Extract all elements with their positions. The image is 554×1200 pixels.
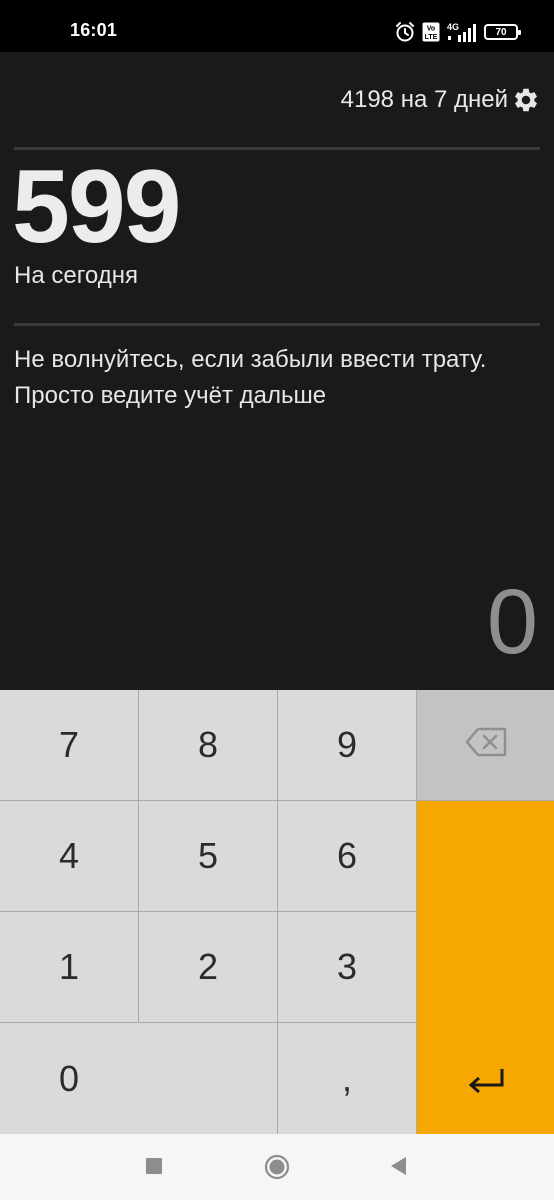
key-comma-label: , <box>341 1057 352 1099</box>
home-circle-icon[interactable] <box>264 1154 290 1185</box>
enter-button[interactable] <box>417 801 554 1134</box>
enter-return-icon <box>466 1064 506 1106</box>
alarm-icon <box>394 21 416 43</box>
divider-bottom <box>14 323 540 326</box>
key-3-label: 3 <box>336 946 358 987</box>
key-7-label: 7 <box>58 724 80 765</box>
hint-text: Не волнуйтесь, если забыли ввести трату.… <box>14 346 487 409</box>
key-6-label: 6 <box>336 835 358 876</box>
signal-4g-icon: 4G <box>446 21 478 43</box>
status-time: 16:01 <box>70 20 118 40</box>
battery-level: 70 <box>495 26 507 38</box>
key-0-label: 0 <box>59 1057 80 1099</box>
numeric-keypad: 7 8 9 4 5 6 1 2 3 0 , <box>0 690 554 1134</box>
svg-text:4G: 4G <box>447 22 459 32</box>
battery-icon: 70 <box>484 24 521 40</box>
key-4-label: 4 <box>58 835 80 876</box>
key-8[interactable]: 8 <box>139 690 277 800</box>
key-5-label: 5 <box>197 835 219 876</box>
entry-amount-display: 0 <box>486 571 538 673</box>
recents-square-icon[interactable] <box>145 1156 163 1179</box>
status-bar: 16:01 Vo LTE 4G 70 <box>0 0 554 52</box>
system-navigation-bar <box>0 1134 554 1200</box>
key-comma[interactable]: , <box>278 1023 416 1134</box>
key-2[interactable]: 2 <box>139 912 277 1022</box>
gear-icon[interactable] <box>512 86 540 114</box>
budget-row: 4198 на 7 дней <box>341 86 540 114</box>
key-9-label: 9 <box>336 724 358 765</box>
svg-text:LTE: LTE <box>425 34 438 41</box>
key-5[interactable]: 5 <box>139 801 277 911</box>
budget-app-screen: 4198 на 7 дней 599 На сегодня Не волнуйт… <box>0 52 554 690</box>
volte-icon: Vo LTE <box>422 22 440 42</box>
backspace-icon <box>465 724 507 766</box>
key-3[interactable]: 3 <box>278 912 416 1022</box>
key-2-label: 2 <box>197 946 219 987</box>
key-1[interactable]: 1 <box>0 912 138 1022</box>
today-label: На сегодня <box>14 262 138 289</box>
back-triangle-icon[interactable] <box>389 1156 407 1181</box>
key-4[interactable]: 4 <box>0 801 138 911</box>
key-0[interactable]: 0 <box>0 1023 277 1134</box>
key-1-label: 1 <box>58 946 80 987</box>
key-6[interactable]: 6 <box>278 801 416 911</box>
svg-text:Vo: Vo <box>427 26 435 33</box>
key-7[interactable]: 7 <box>0 690 138 800</box>
key-9[interactable]: 9 <box>278 690 416 800</box>
today-amount: 599 <box>12 149 182 265</box>
key-8-label: 8 <box>197 724 219 765</box>
status-icons: Vo LTE 4G 70 <box>394 18 521 46</box>
weekly-budget-text: 4198 на 7 дней <box>340 86 508 113</box>
backspace-button[interactable] <box>417 690 554 800</box>
